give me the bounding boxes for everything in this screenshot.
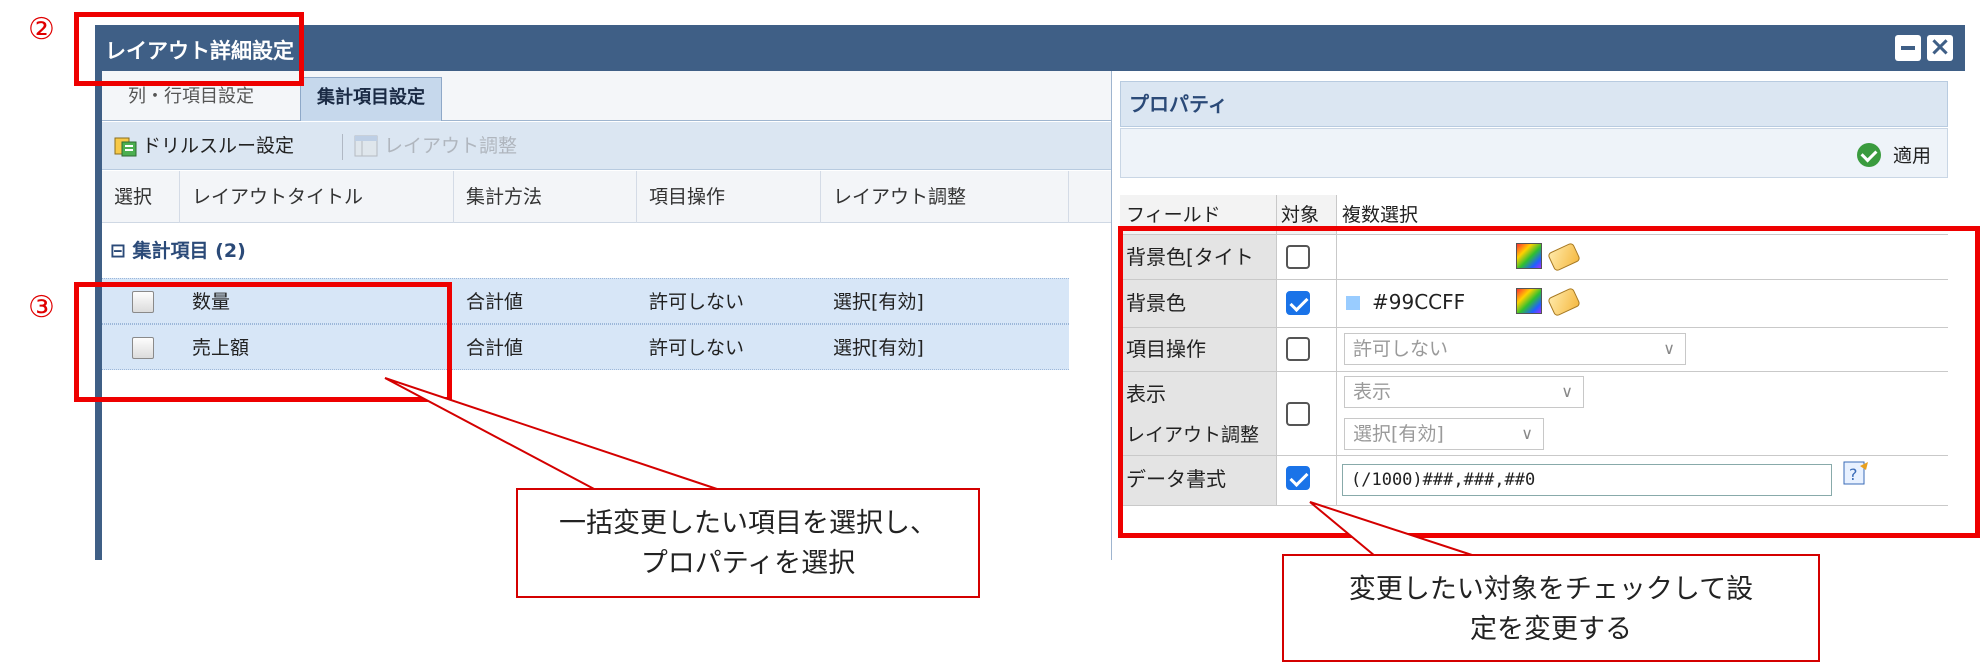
callout-check-targets: 変更したい対象をチェックして設 定を変更する bbox=[1282, 554, 1820, 662]
callout-line: 一括変更したい項目を選択し、 bbox=[559, 508, 937, 539]
callout-line: 定を変更する bbox=[1470, 614, 1632, 645]
callout-line: 変更したい対象をチェックして設 bbox=[1348, 574, 1754, 605]
callout-line: プロパティを選択 bbox=[640, 548, 856, 579]
callout-select-items: 一括変更したい項目を選択し、 プロパティを選択 bbox=[516, 488, 980, 598]
